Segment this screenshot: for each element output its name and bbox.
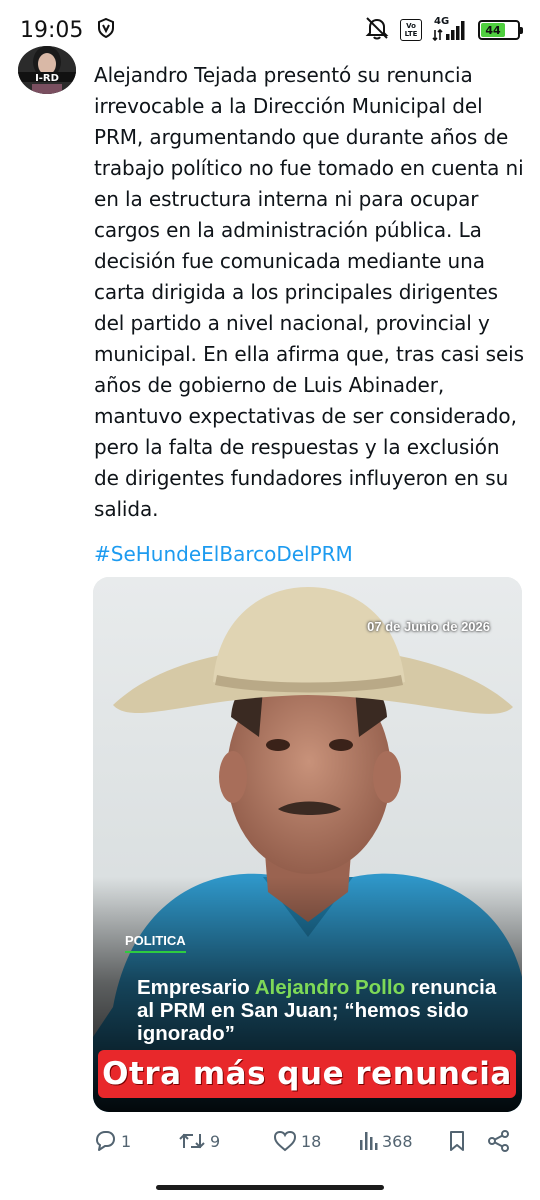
status-bar: 19:05 Vo LTE 4G 44 (0, 0, 540, 60)
mute-bell-icon (364, 16, 390, 45)
volte-badge: Vo LTE (400, 19, 422, 41)
battery-level: 44 (481, 23, 505, 37)
status-time: 19:05 (20, 17, 84, 43)
bookmark-icon (447, 1130, 467, 1152)
views-icon (358, 1130, 378, 1152)
section-tag: POLITICA (125, 933, 186, 953)
hashtag-link[interactable]: #SeHundeElBarcoDelPRM (94, 539, 353, 570)
views-button[interactable]: 368 (358, 1130, 413, 1152)
tweet-text: Alejandro Tejada presentó su renuncia ir… (94, 63, 524, 521)
author-avatar[interactable]: I-RD (18, 46, 76, 94)
repost-button[interactable]: 9 (178, 1130, 220, 1152)
like-icon (273, 1130, 297, 1152)
reply-icon (93, 1130, 117, 1152)
tweet-detail-screen: 19:05 Vo LTE 4G 44 I-RD Alejandro Tejada… (0, 0, 540, 1200)
headline-part: Empresario (137, 976, 255, 999)
battery-icon: 44 (478, 20, 523, 40)
like-count: 18 (301, 1131, 322, 1151)
tweet-action-bar: 1 9 18 368 (93, 1124, 520, 1158)
banner-text: Otra más que renuncia (102, 1056, 512, 1092)
news-headline: Empresario Alejandro Pollo renuncia al P… (137, 976, 517, 1045)
volte-bottom: LTE (404, 30, 418, 38)
reply-button[interactable]: 1 (93, 1130, 131, 1152)
repost-count: 9 (210, 1131, 221, 1151)
share-icon (487, 1130, 511, 1152)
volte-top: Vo (406, 22, 416, 30)
red-banner: Otra más que renuncia (98, 1050, 516, 1098)
photo-date: 07 de Junio de 2026 (367, 619, 490, 634)
views-count: 368 (382, 1131, 413, 1151)
reply-count: 1 (121, 1131, 132, 1151)
share-button[interactable] (487, 1130, 511, 1152)
gesture-nav-bar[interactable] (156, 1185, 384, 1190)
headline-name: Alejandro Pollo (254, 976, 406, 999)
avatar-logo-text: I-RD (35, 73, 59, 84)
vpn-shield-icon (97, 17, 115, 43)
signal-icon: 4G (432, 16, 468, 42)
repost-icon (178, 1130, 206, 1152)
bookmark-button[interactable] (447, 1130, 467, 1152)
tweet-media-image[interactable]: 07 de Junio de 2026 POLITICA Empresario … (93, 577, 522, 1112)
like-button[interactable]: 18 (273, 1130, 321, 1152)
